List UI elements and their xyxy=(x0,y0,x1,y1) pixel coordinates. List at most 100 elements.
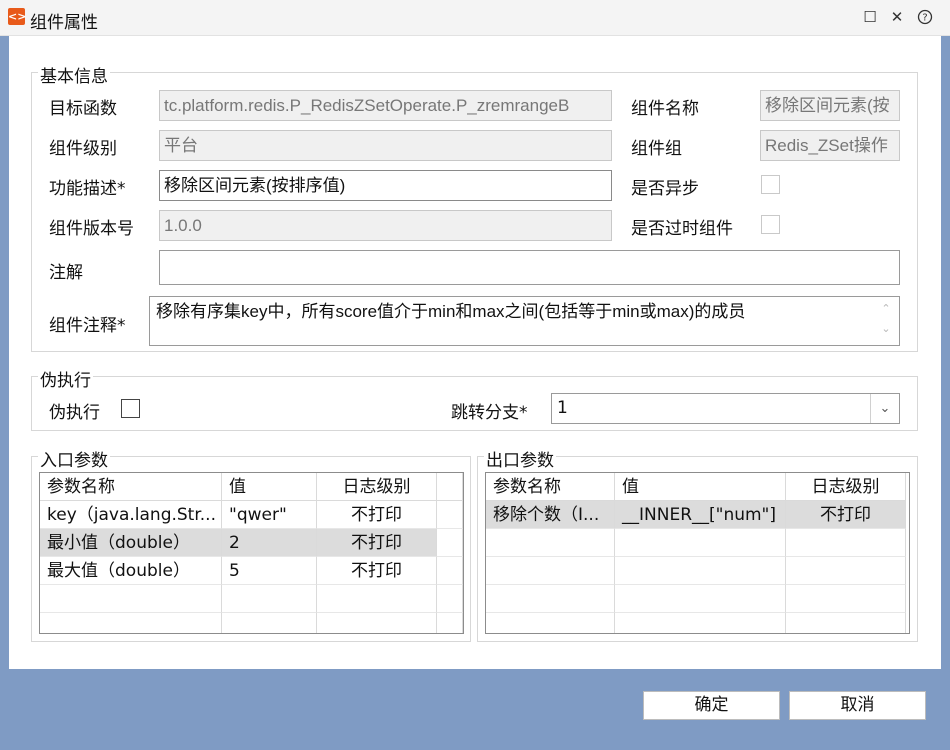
target-function-field: tc.platform.redis.P_RedisZSetOperate.P_z… xyxy=(159,90,612,121)
scroll-down-icon[interactable]: ⌄ xyxy=(879,319,893,339)
empty-cell xyxy=(437,613,463,633)
column-header[interactable]: 参数名称 xyxy=(486,473,615,501)
output-params-legend: 出口参数 xyxy=(484,446,556,471)
maximize-icon[interactable]: ☐ xyxy=(859,6,881,28)
pseudo-exec-checkbox[interactable] xyxy=(121,399,140,418)
empty-cell xyxy=(615,557,786,585)
log-level-cell[interactable]: 不打印 xyxy=(317,557,437,585)
empty-row xyxy=(40,613,463,633)
input-params-table: 参数名称 值 日志级别 key（java.lang.Str... "qwer" … xyxy=(39,472,464,634)
version-label: 组件版本号 xyxy=(49,219,134,239)
empty-cell xyxy=(317,585,437,613)
column-header[interactable]: 参数名称 xyxy=(40,473,222,501)
empty-row xyxy=(486,557,909,585)
close-icon[interactable]: ✕ xyxy=(886,6,908,28)
column-header-filler xyxy=(437,473,463,501)
ok-button[interactable]: 确定 xyxy=(643,691,780,720)
dialog-content: 基本信息 目标函数 tc.platform.redis.P_RedisZSetO… xyxy=(9,36,941,669)
component-group-field: Redis_ZSet操作 xyxy=(760,130,900,161)
log-level-cell[interactable]: 不打印 xyxy=(317,529,437,557)
empty-cell xyxy=(40,585,222,613)
empty-cell xyxy=(222,585,317,613)
empty-row xyxy=(40,585,463,613)
column-header[interactable]: 值 xyxy=(615,473,786,501)
comment-scrollbar[interactable]: ⌃ ⌄ xyxy=(879,299,893,341)
empty-cell xyxy=(486,529,615,557)
empty-cell xyxy=(317,613,437,633)
empty-cell xyxy=(486,557,615,585)
comment-label: 组件注释* xyxy=(49,316,126,336)
svg-text:?: ? xyxy=(922,13,927,24)
branch-value: 1 xyxy=(557,398,568,418)
column-header[interactable]: 值 xyxy=(222,473,317,501)
log-level-cell[interactable]: 不打印 xyxy=(317,501,437,529)
table-header-row: 参数名称 值 日志级别 xyxy=(486,473,909,501)
param-name-cell: key（java.lang.Str... xyxy=(40,501,222,529)
output-params-table: 参数名称 值 日志级别 移除个数（I... __INNER__["num"] 不… xyxy=(485,472,910,634)
branch-select[interactable]: 1 ⌄ xyxy=(551,393,900,424)
scroll-up-icon[interactable]: ⌃ xyxy=(879,299,893,319)
param-value-cell[interactable]: 5 xyxy=(222,557,317,585)
empty-row xyxy=(486,529,909,557)
pseudo-exec-legend: 伪执行 xyxy=(38,366,93,391)
filler-cell xyxy=(437,557,463,585)
comment-text: 移除有序集key中，所有score值介于min和max之间(包括等于min或ma… xyxy=(156,302,746,321)
input-params-legend: 入口参数 xyxy=(38,446,110,471)
annotation-input[interactable] xyxy=(159,250,900,285)
func-desc-label: 功能描述* xyxy=(49,179,126,199)
empty-cell xyxy=(40,613,222,633)
target-function-label: 目标函数 xyxy=(49,99,117,119)
param-value-cell[interactable]: __INNER__["num"] xyxy=(615,501,786,529)
filler-cell xyxy=(437,501,463,529)
table-row[interactable]: 移除个数（I... __INNER__["num"] 不打印 xyxy=(486,501,909,529)
deprecated-label: 是否过时组件 xyxy=(631,219,733,239)
param-value-cell[interactable]: 2 xyxy=(222,529,317,557)
branch-label: 跳转分支* xyxy=(451,403,528,423)
param-name-cell: 最小值（double） xyxy=(40,529,222,557)
table-row[interactable]: key（java.lang.Str... "qwer" 不打印 xyxy=(40,501,463,529)
async-label: 是否异步 xyxy=(631,179,699,199)
annotation-label: 注解 xyxy=(49,263,83,283)
empty-cell xyxy=(786,585,906,613)
cancel-button[interactable]: 取消 xyxy=(789,691,926,720)
param-value-cell[interactable]: "qwer" xyxy=(222,501,317,529)
help-icon[interactable]: ? xyxy=(914,6,936,28)
empty-row xyxy=(486,613,909,633)
deprecated-checkbox[interactable] xyxy=(761,215,780,234)
basic-info-legend: 基本信息 xyxy=(38,62,110,87)
func-desc-input[interactable]: 移除区间元素(按排序值) xyxy=(159,170,612,201)
table-row[interactable]: 最小值（double） 2 不打印 xyxy=(40,529,463,557)
column-header[interactable]: 日志级别 xyxy=(786,473,906,501)
app-icon: <> xyxy=(8,8,27,25)
pseudo-exec-label: 伪执行 xyxy=(49,403,100,423)
log-level-cell[interactable]: 不打印 xyxy=(786,501,906,529)
empty-cell xyxy=(486,585,615,613)
empty-row xyxy=(486,585,909,613)
empty-cell xyxy=(615,529,786,557)
column-header[interactable]: 日志级别 xyxy=(317,473,437,501)
filler-cell xyxy=(437,529,463,557)
empty-cell xyxy=(615,585,786,613)
table-header-row: 参数名称 值 日志级别 xyxy=(40,473,463,501)
empty-cell xyxy=(437,585,463,613)
component-name-field: 移除区间元素(按 xyxy=(760,90,900,121)
chevron-down-icon[interactable]: ⌄ xyxy=(870,394,899,423)
param-name-cell: 移除个数（I... xyxy=(486,501,615,529)
empty-cell xyxy=(786,529,906,557)
async-checkbox[interactable] xyxy=(761,175,780,194)
empty-cell xyxy=(786,557,906,585)
window-title: 组件属性 xyxy=(30,13,98,33)
component-group-label: 组件组 xyxy=(631,139,682,159)
component-level-field: 平台 xyxy=(159,130,612,161)
component-level-label: 组件级别 xyxy=(49,139,117,159)
empty-cell xyxy=(222,613,317,633)
empty-cell xyxy=(786,613,906,633)
component-name-label: 组件名称 xyxy=(631,99,699,119)
comment-textarea[interactable]: 移除有序集key中，所有score值介于min和max之间(包括等于min或ma… xyxy=(149,296,900,346)
title-bar: <> 组件属性 ☐ ✕ ? xyxy=(0,0,950,36)
version-field: 1.0.0 xyxy=(159,210,612,241)
table-row[interactable]: 最大值（double） 5 不打印 xyxy=(40,557,463,585)
param-name-cell: 最大值（double） xyxy=(40,557,222,585)
empty-cell xyxy=(486,613,615,633)
empty-cell xyxy=(615,613,786,633)
